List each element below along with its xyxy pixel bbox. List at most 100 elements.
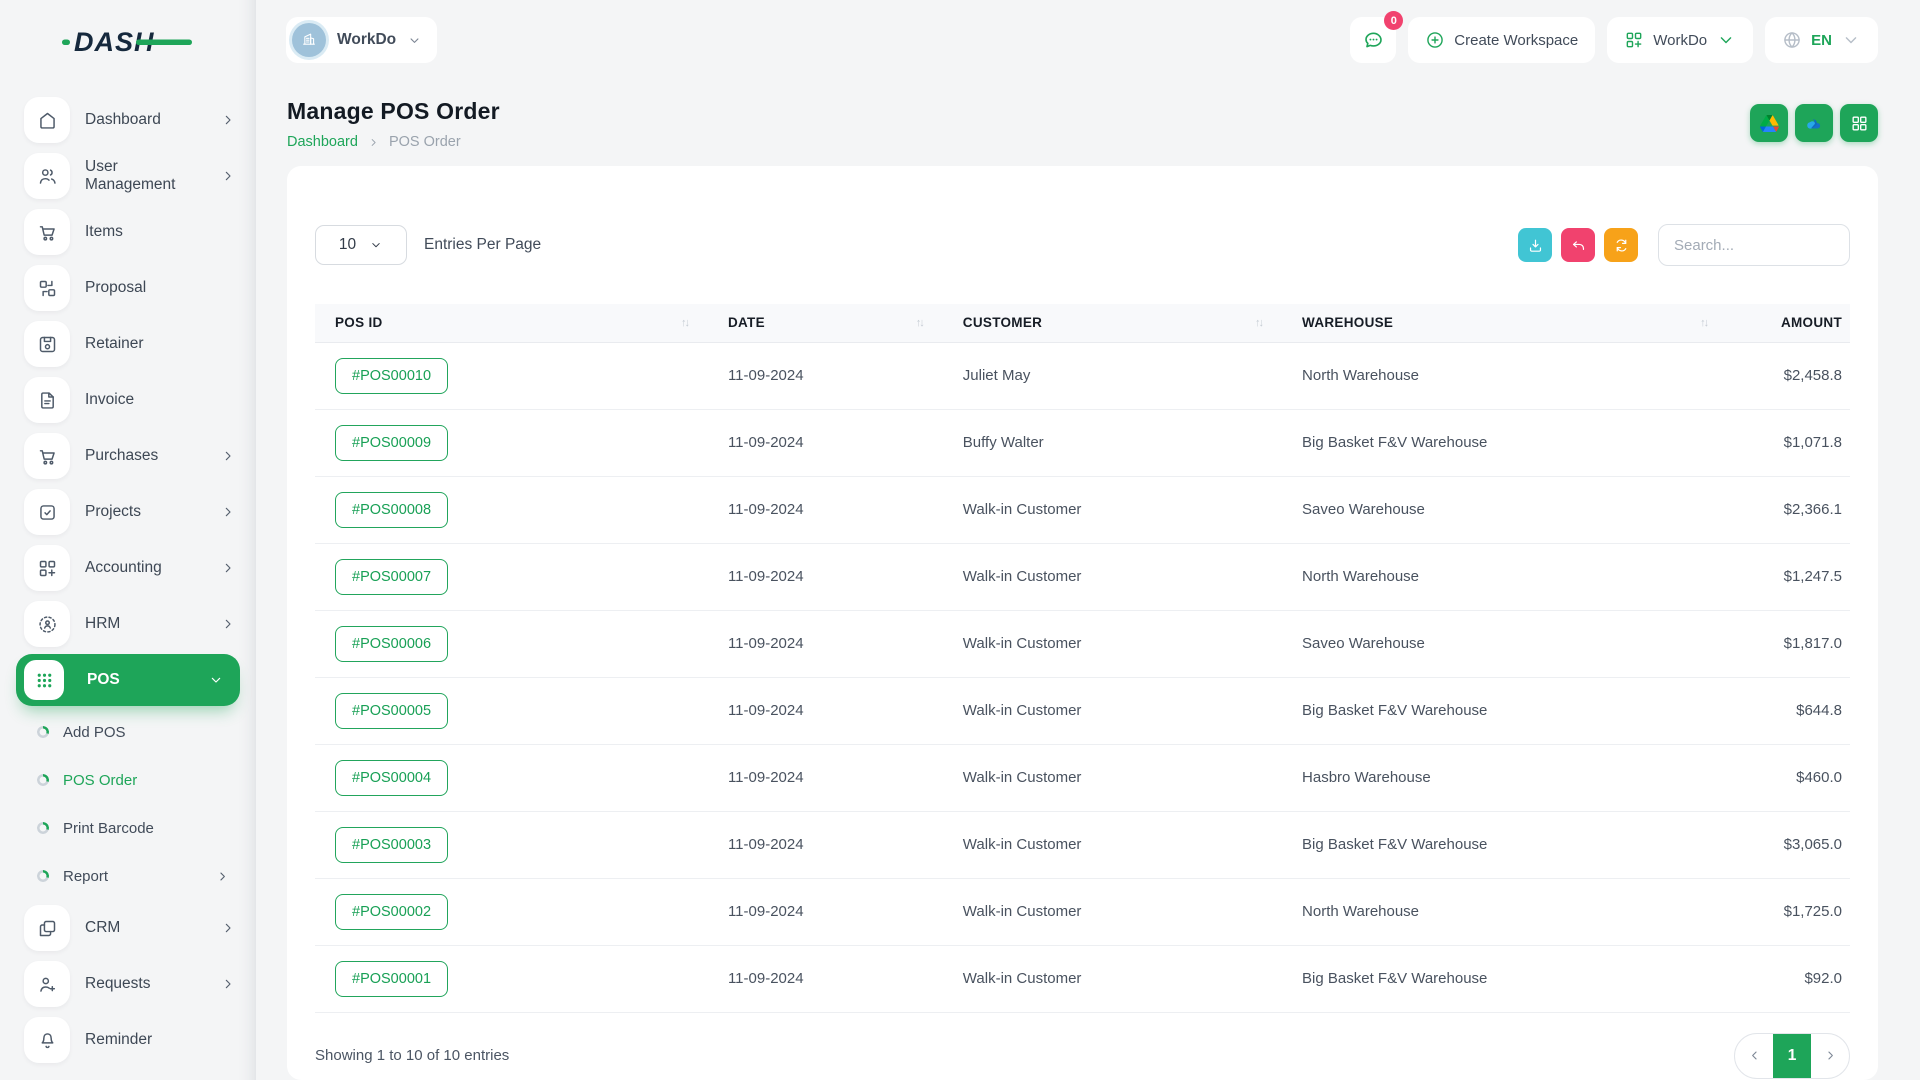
sidebar-subitem-print-barcode[interactable]: Print Barcode (0, 804, 256, 852)
column-label: DATE (728, 315, 765, 330)
messenger-button[interactable]: 0 (1350, 17, 1396, 63)
order-warehouse: North Warehouse (1282, 878, 1727, 945)
pos-id-link[interactable]: #POS00001 (335, 961, 448, 997)
order-date: 11-09-2024 (708, 476, 943, 543)
sidebar-item-crm[interactable]: CRM (0, 900, 256, 956)
pos-id-cell: #POS00001 (315, 945, 708, 1012)
building-icon (299, 30, 319, 50)
chevron-down-icon (369, 238, 383, 252)
pos-id-cell: #POS00003 (315, 811, 708, 878)
chevron-right-icon (367, 136, 380, 149)
sidebar-item-user-management[interactable]: User Management (0, 148, 256, 204)
pos-id-link[interactable]: #POS00002 (335, 894, 448, 930)
google-drive-button[interactable] (1750, 104, 1788, 142)
column-header-amount[interactable]: AMOUNT (1727, 304, 1850, 342)
entries-per-page-select[interactable]: 10 (315, 225, 407, 265)
sidebar-item-label: Projects (85, 503, 205, 521)
sort-icon: ↑↓ (681, 317, 688, 329)
globe-icon (1782, 30, 1802, 50)
order-warehouse: North Warehouse (1282, 543, 1727, 610)
workdo-menu-label: WorkDo (1653, 32, 1707, 49)
sidebar-subitem-add-pos[interactable]: Add POS (0, 708, 256, 756)
pos-id-cell: #POS00002 (315, 878, 708, 945)
sidebar-item-hrm[interactable]: HRM (0, 596, 256, 652)
sidebar-item-requests[interactable]: Requests (0, 956, 256, 1012)
column-header-pos-id[interactable]: POS ID↑↓ (315, 304, 708, 342)
pos-id-link[interactable]: #POS00010 (335, 358, 448, 394)
workspace-selector[interactable]: WorkDo (286, 17, 437, 63)
table-row: #POS0000411-09-2024Walk-in CustomerHasbr… (315, 744, 1850, 811)
bell-icon (24, 1017, 70, 1063)
column-label: CUSTOMER (963, 315, 1042, 330)
sidebar-subitem-label: POS Order (63, 772, 230, 789)
sidebar-item-proposal[interactable]: Proposal (0, 260, 256, 316)
sidebar-item-items[interactable]: Items (0, 204, 256, 260)
workdo-menu-button[interactable]: WorkDo (1607, 17, 1753, 63)
pos-id-cell: #POS00006 (315, 610, 708, 677)
pos-id-link[interactable]: #POS00008 (335, 492, 448, 528)
order-customer: Walk-in Customer (943, 476, 1282, 543)
pos-id-link[interactable]: #POS00005 (335, 693, 448, 729)
home-icon (24, 97, 70, 143)
language-selector[interactable]: EN (1765, 17, 1878, 63)
sidebar-item-retainer[interactable]: Retainer (0, 316, 256, 372)
pagination-prev-button[interactable] (1735, 1034, 1773, 1078)
order-date: 11-09-2024 (708, 811, 943, 878)
export-button[interactable] (1518, 228, 1552, 262)
order-amount: $3,065.0 (1727, 811, 1850, 878)
sidebar-item-label: Dashboard (85, 111, 205, 129)
sidebar-nav: Dashboard User Management Items ProposalRet… (0, 92, 256, 1068)
order-amount: $460.0 (1727, 744, 1850, 811)
sidebar-item-label: Items (85, 223, 236, 241)
order-amount: $1,247.5 (1727, 543, 1850, 610)
column-label: AMOUNT (1781, 315, 1842, 330)
column-header-date[interactable]: DATE↑↓ (708, 304, 943, 342)
pos-id-link[interactable]: #POS00004 (335, 760, 448, 796)
chevron-right-icon (220, 976, 236, 992)
pos-id-cell: #POS00008 (315, 476, 708, 543)
search-input[interactable] (1658, 224, 1850, 266)
sidebar-subitem-label: Report (63, 868, 201, 885)
reset-button[interactable] (1561, 228, 1595, 262)
messenger-badge: 0 (1384, 11, 1403, 30)
refresh-icon (1613, 237, 1630, 254)
sidebar-item-dashboard[interactable]: Dashboard (0, 92, 256, 148)
breadcrumb-dashboard-link[interactable]: Dashboard (287, 134, 358, 150)
sidebar-item-reminder[interactable]: Reminder (0, 1012, 256, 1068)
sidebar-item-purchases[interactable]: Purchases (0, 428, 256, 484)
table-row: #POS0000611-09-2024Walk-in CustomerSaveo… (315, 610, 1850, 677)
sidebar: DASH DashboardUser ManagementItemsPropos… (0, 0, 256, 1080)
column-header-warehouse[interactable]: WAREHOUSE↑↓ (1282, 304, 1727, 342)
bullet-ring-icon (37, 870, 49, 882)
sidebar-subitem-report[interactable]: Report (0, 852, 256, 900)
plus-circle-icon (1425, 30, 1445, 50)
sidebar-item-projects[interactable]: Projects (0, 484, 256, 540)
pos-id-link[interactable]: #POS00006 (335, 626, 448, 662)
pagination-next-button[interactable] (1811, 1034, 1849, 1078)
column-header-customer[interactable]: CUSTOMER↑↓ (943, 304, 1282, 342)
sidebar-item-pos[interactable]: POS (16, 654, 240, 706)
chevron-down-icon (1841, 30, 1861, 50)
grid-view-button[interactable] (1840, 104, 1878, 142)
pos-id-link[interactable]: #POS00007 (335, 559, 448, 595)
sidebar-item-invoice[interactable]: Invoice (0, 372, 256, 428)
refresh-button[interactable] (1604, 228, 1638, 262)
frames-icon (24, 905, 70, 951)
pos-id-link[interactable]: #POS00003 (335, 827, 448, 863)
order-amount: $2,458.8 (1727, 342, 1850, 409)
pos-id-link[interactable]: #POS00009 (335, 425, 448, 461)
workspace-avatar (292, 23, 326, 57)
sidebar-item-label: HRM (85, 615, 205, 633)
table-row: #POS0000511-09-2024Walk-in CustomerBig B… (315, 677, 1850, 744)
chevron-right-icon (220, 168, 236, 184)
create-workspace-button[interactable]: Create Workspace (1408, 17, 1595, 63)
sidebar-item-label: User Management (85, 158, 205, 194)
table-row: #POS0000311-09-2024Walk-in CustomerBig B… (315, 811, 1850, 878)
sidebar-subitem-pos-order[interactable]: POS Order (0, 756, 256, 804)
order-date: 11-09-2024 (708, 543, 943, 610)
onedrive-button[interactable] (1795, 104, 1833, 142)
order-date: 11-09-2024 (708, 744, 943, 811)
table-row: #POS0000711-09-2024Walk-in CustomerNorth… (315, 543, 1850, 610)
sidebar-item-accounting[interactable]: Accounting (0, 540, 256, 596)
pagination-page-1[interactable]: 1 (1773, 1034, 1811, 1078)
